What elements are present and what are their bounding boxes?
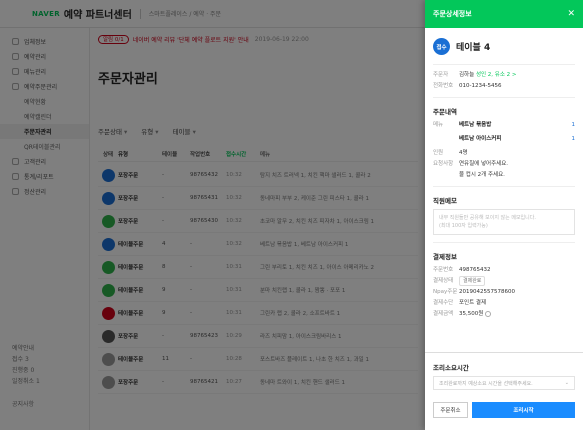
customer-section: 주문자 김하늘 성인 2, 유소 2 > 전화번호 010-1234-5456 <box>433 65 575 98</box>
phone-label: 전화번호 <box>433 83 454 89</box>
pay-amount-row: 결제금액 35,500원 <box>433 309 575 320</box>
menu-item: 베트남 볶음밥 1 <box>459 120 575 131</box>
phone-row: 전화번호 010-1234-5456 <box>433 81 575 92</box>
order-section: 주문내역 메뉴 베트남 볶음밥 1 베트남 아이스커피 1 인원 4명 요청사항 연… <box>433 98 575 187</box>
pay-status-chip: 결제완료 <box>459 276 486 286</box>
panel-body: 접수 테이블 4 주문자 김하늘 성인 2, 유소 2 > 전화번호 010-1… <box>425 28 583 325</box>
pay-amount: 35,500원 <box>459 311 484 317</box>
pay-status-value: 결제완료 <box>459 276 575 287</box>
memo-textarea[interactable]: 내부 직원들만 공유해 보이지 않는 메모입니다. (최대 100자 입력가능) <box>433 209 575 235</box>
close-icon[interactable]: ✕ <box>567 9 575 19</box>
people-label: 인원 <box>433 150 444 156</box>
memo-placeholder: (최대 100자 입력가능) <box>439 223 488 229</box>
npay-number: 2019042557578600 <box>459 289 515 295</box>
cook-time-title: 조리소요시간 <box>433 364 469 372</box>
memo-section: 직원메모 내부 직원들만 공유해 보이지 않는 메모입니다. (최대 100자 … <box>433 187 575 243</box>
pay-method-row: 결제수단 포인트 결제 <box>433 298 575 309</box>
memo-placeholder: 내부 직원들만 공유해 보이지 않는 메모입니다. <box>439 215 536 221</box>
party-detail-link[interactable]: 성인 2, 유소 2 > <box>476 72 517 78</box>
memo-title: 직원메모 <box>433 197 457 205</box>
phone-value: 010-1234-5456 <box>459 83 502 89</box>
menu-label: 메뉴 <box>433 122 444 128</box>
customer-value: 김하늘 성인 2, 유소 2 > <box>459 70 575 81</box>
menu-item-qty: 1 <box>571 122 576 128</box>
request-value: 연유칠에 넣어주세요. 물 컵시 2개 주세요. <box>459 159 575 181</box>
customer-row: 주문자 김하늘 성인 2, 유소 2 > <box>433 70 575 81</box>
panel-footer: 조리소요시간 조리완료까지 예상소요 시간을 선택해주세요. ⌄ 주문취소 조리… <box>425 352 583 430</box>
pay-method: 포인트 결제 <box>459 300 487 306</box>
order-title: 주문내역 <box>433 108 457 116</box>
npay-label: Npay주문 <box>433 289 458 295</box>
people-value: 4명 <box>459 150 468 156</box>
panel-title: 주문상세정보 <box>433 10 472 18</box>
menu-items: 베트남 볶음밥 1 베트남 아이스커피 1 <box>459 120 575 145</box>
payment-section: 결제정보 주문번호 498765432 결제상태 결제완료 Npay주문 201904… <box>433 243 575 325</box>
modal-overlay[interactable] <box>0 0 425 430</box>
cook-time-select[interactable]: 조리완료까지 예상소요 시간을 선택해주세요. ⌄ <box>433 376 575 390</box>
menu-item: 베트남 아이스커피 1 <box>459 134 575 145</box>
pay-number-row: 주문번호 498765432 <box>433 265 575 276</box>
info-icon[interactable] <box>485 310 492 317</box>
pay-status-row: 결제상태 결제완료 <box>433 276 575 287</box>
menu-item-name: 베트남 볶음밥 <box>459 122 492 128</box>
request-line: 물 컵시 2개 주세요. <box>459 172 505 178</box>
chevron-down-icon: ⌄ <box>564 380 569 386</box>
table-name: 테이블 4 <box>456 43 491 53</box>
request-row: 요청사항 연유칠에 넣어주세요. 물 컵시 2개 주세요. <box>433 159 575 181</box>
menu-row: 메뉴 베트남 볶음밥 1 베트남 아이스커피 1 <box>433 120 575 145</box>
cancel-order-button[interactable]: 주문취소 <box>433 402 468 418</box>
customer-name: 김하늘 <box>459 72 475 78</box>
menu-item-qty: 1 <box>571 136 576 142</box>
status-badge: 접수 <box>433 38 450 55</box>
pay-number: 498765432 <box>459 267 491 273</box>
start-cooking-button[interactable]: 조리시작 <box>472 402 575 418</box>
pay-amount-label: 결제금액 <box>433 311 454 317</box>
panel-header: 주문상세정보 ✕ <box>425 0 583 28</box>
menu-item-name: 베트남 아이스커피 <box>459 136 502 142</box>
customer-label: 주문자 <box>433 72 449 78</box>
npay-row: Npay주문 2019042557578600 <box>433 287 575 298</box>
request-line: 연유칠에 넣어주세요. <box>459 161 509 167</box>
table-summary: 접수 테이블 4 <box>433 28 575 65</box>
pay-status-label: 결제상태 <box>433 278 454 284</box>
pay-amount-value: 35,500원 <box>459 309 575 320</box>
payment-title: 결제정보 <box>433 253 457 261</box>
action-buttons: 주문취소 조리시작 <box>433 402 575 418</box>
cook-time-placeholder: 조리완료까지 예상소요 시간을 선택해주세요. <box>439 380 533 387</box>
people-row: 인원 4명 <box>433 148 575 159</box>
order-detail-panel: 주문상세정보 ✕ 접수 테이블 4 주문자 김하늘 성인 2, 유소 2 > 전… <box>425 0 583 430</box>
request-label: 요청사항 <box>433 161 454 167</box>
pay-number-label: 주문번호 <box>433 267 454 273</box>
pay-method-label: 결제수단 <box>433 300 454 306</box>
